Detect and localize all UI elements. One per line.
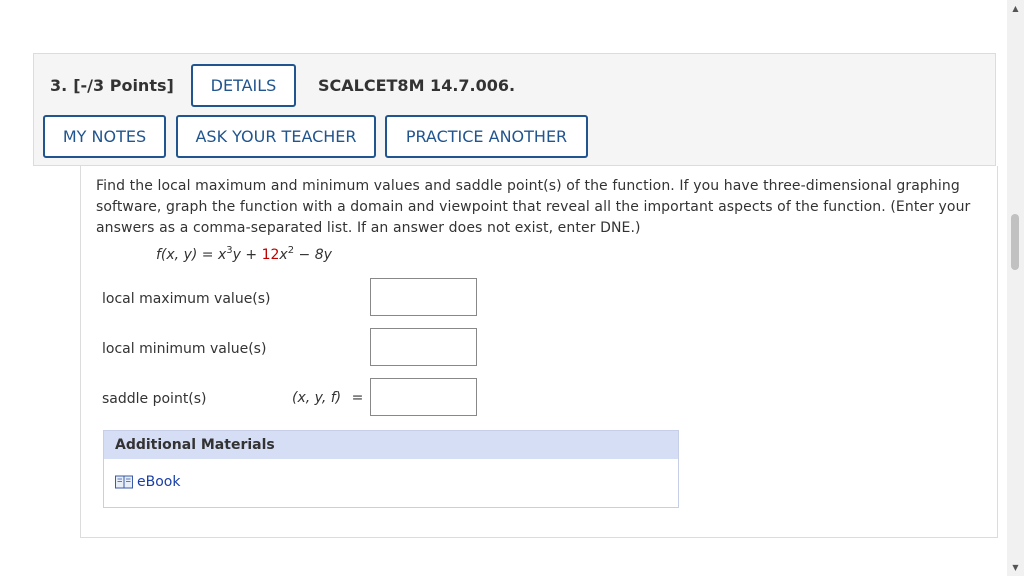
local-max-label: local maximum value(s) [102, 291, 271, 307]
book-icon [115, 475, 133, 489]
formula-term3: 8y [314, 247, 332, 263]
practice-another-button[interactable]: PRACTICE ANOTHER [385, 115, 588, 158]
question-points: [-/3 Points] [73, 76, 174, 95]
ebook-link[interactable]: eBook [115, 474, 180, 490]
formula-term2-base: x [279, 247, 288, 263]
local-min-label: local minimum value(s) [102, 341, 267, 357]
question-prompt: Find the local maximum and minimum value… [96, 178, 971, 236]
function-formula: f(x, y) = x3y + 12x2 − 8y [156, 245, 332, 264]
ebook-label: eBook [137, 474, 181, 490]
scroll-down-icon[interactable]: ▼ [1007, 559, 1024, 576]
formula-term2-exp: 2 [287, 245, 295, 256]
formula-lhs: f(x, y) [156, 247, 198, 263]
scroll-thumb[interactable] [1011, 214, 1019, 270]
saddle-point-tuple: (x, y, f) [292, 390, 342, 406]
ask-teacher-button[interactable]: ASK YOUR TEACHER [176, 115, 376, 158]
additional-materials-heading: Additional Materials [104, 431, 678, 459]
formula-term1-tail: y [232, 247, 241, 263]
question-code: SCALCET8M 14.7.006. [318, 76, 516, 95]
formula-coefficient: 12 [261, 247, 280, 263]
question-number: 3. [50, 76, 68, 95]
formula-equals: = [201, 247, 214, 263]
scroll-up-icon[interactable]: ▲ [1007, 0, 1024, 17]
saddle-point-equals: = [351, 390, 364, 406]
formula-minus: − [298, 247, 311, 263]
local-min-input[interactable] [370, 328, 477, 366]
vertical-scrollbar[interactable]: ▲ ▼ [1007, 0, 1024, 576]
saddle-point-input[interactable] [370, 378, 477, 416]
question-title: 3. [-/3 Points] [50, 76, 174, 95]
details-button[interactable]: DETAILS [191, 64, 296, 107]
additional-materials-panel: Additional Materials eBook [103, 430, 679, 508]
saddle-point-prefix: (x, y, f) = [292, 390, 363, 406]
saddle-point-label: saddle point(s) [102, 391, 207, 407]
question-header: 3. [-/3 Points] DETAILS SCALCET8M 14.7.00… [33, 53, 996, 166]
my-notes-button[interactable]: MY NOTES [43, 115, 166, 158]
formula-plus: + [245, 247, 258, 263]
local-max-input[interactable] [370, 278, 477, 316]
